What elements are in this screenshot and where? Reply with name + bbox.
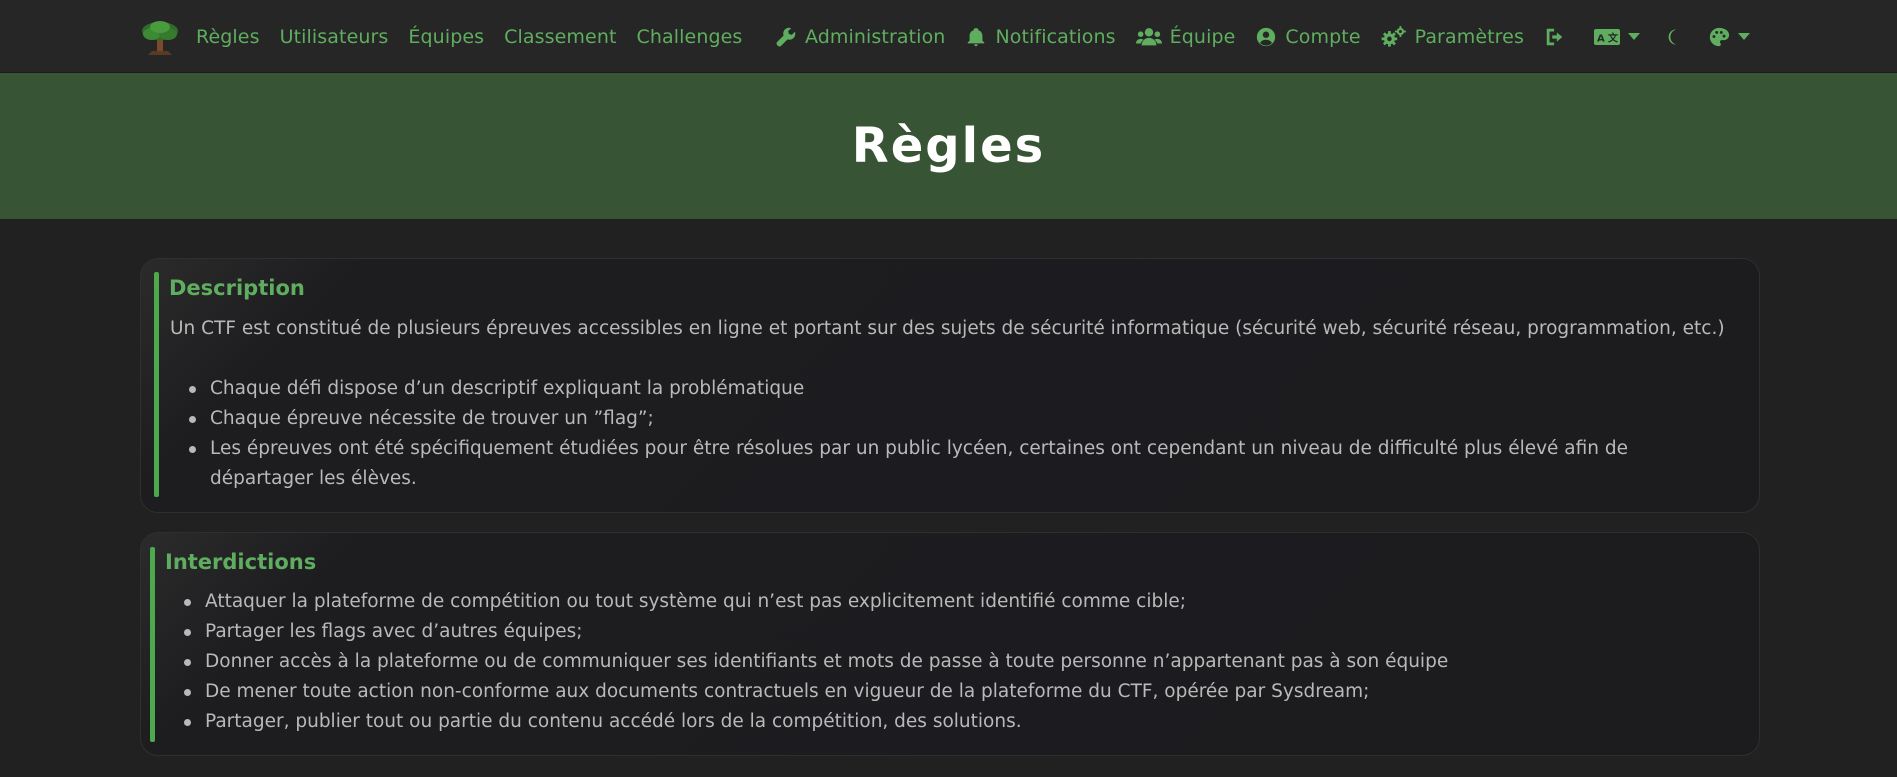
nav-parametres-label: Paramètres [1414, 25, 1524, 48]
nav-link-equipes[interactable]: Équipes [408, 26, 484, 48]
description-card: Description Un CTF est constitué de plus… [140, 258, 1760, 513]
nav-link-utilisateurs[interactable]: Utilisateurs [280, 26, 389, 48]
svg-text:文: 文 [1608, 31, 1619, 44]
users-icon [1135, 26, 1162, 48]
cogs-icon [1381, 25, 1407, 48]
description-intro: Un CTF est constitué de plusieurs épreuv… [170, 318, 1725, 339]
language-icon[interactable]: A文 [1593, 28, 1640, 46]
card-accent-bar [150, 547, 155, 742]
description-title: Description [169, 276, 305, 300]
nav-link-regles[interactable]: Règles [196, 26, 260, 48]
nav-link-administration[interactable]: Administration [775, 26, 945, 48]
nav-link-classement[interactable]: Classement [504, 26, 616, 48]
list-item: De mener toute action non-conforme aux d… [165, 677, 1725, 707]
description-list: Chaque défi dispose d’un descriptif expl… [170, 374, 1730, 494]
interdictions-card: Interdictions Attaquer la plateforme de … [140, 532, 1760, 756]
list-item: Partager, publier tout ou partie du cont… [165, 707, 1725, 737]
interdictions-title: Interdictions [165, 550, 317, 574]
nav-compte-label: Compte [1285, 25, 1361, 48]
page-header: Règles [0, 73, 1897, 219]
user-circle-icon [1255, 26, 1277, 48]
chevron-down-icon [1627, 33, 1640, 40]
list-item: Partager les flags avec d’autres équipes… [165, 617, 1725, 647]
chevron-down-icon [1737, 33, 1750, 40]
navbar: Règles Utilisateurs Équipes Classement C… [0, 0, 1897, 73]
interdictions-list: Attaquer la plateforme de compétition ou… [165, 587, 1725, 737]
logo-tree-icon[interactable] [138, 17, 182, 57]
list-item: Donner accès à la plateforme ou de commu… [165, 647, 1725, 677]
nav-equipe-label: Équipe [1169, 25, 1236, 48]
list-item: Chaque défi dispose d’un descriptif expl… [170, 374, 1730, 404]
list-item: Chaque épreuve nécessite de trouver un ”… [170, 404, 1730, 434]
wrench-icon [775, 26, 797, 48]
bell-icon [965, 26, 987, 48]
palette-icon[interactable] [1708, 26, 1750, 48]
logout-icon[interactable] [1544, 26, 1566, 48]
nav-notifications-label: Notifications [995, 25, 1116, 48]
list-item: Les épreuves ont été spécifiquement étud… [170, 434, 1730, 494]
svg-text:A: A [1597, 33, 1605, 44]
nav-link-compte[interactable]: Compte [1255, 25, 1361, 48]
nav-link-notifications[interactable]: Notifications [965, 25, 1116, 48]
nav-link-challenges[interactable]: Challenges [637, 26, 743, 48]
list-item: Attaquer la plateforme de compétition ou… [165, 587, 1725, 617]
nav-link-equipe[interactable]: Équipe [1135, 25, 1236, 48]
page-title: Règles [851, 118, 1046, 174]
moon-icon[interactable] [1664, 27, 1684, 47]
nav-link-parametres[interactable]: Paramètres [1381, 25, 1524, 48]
card-accent-bar [154, 272, 159, 497]
nav-administration-label: Administration [805, 25, 946, 48]
